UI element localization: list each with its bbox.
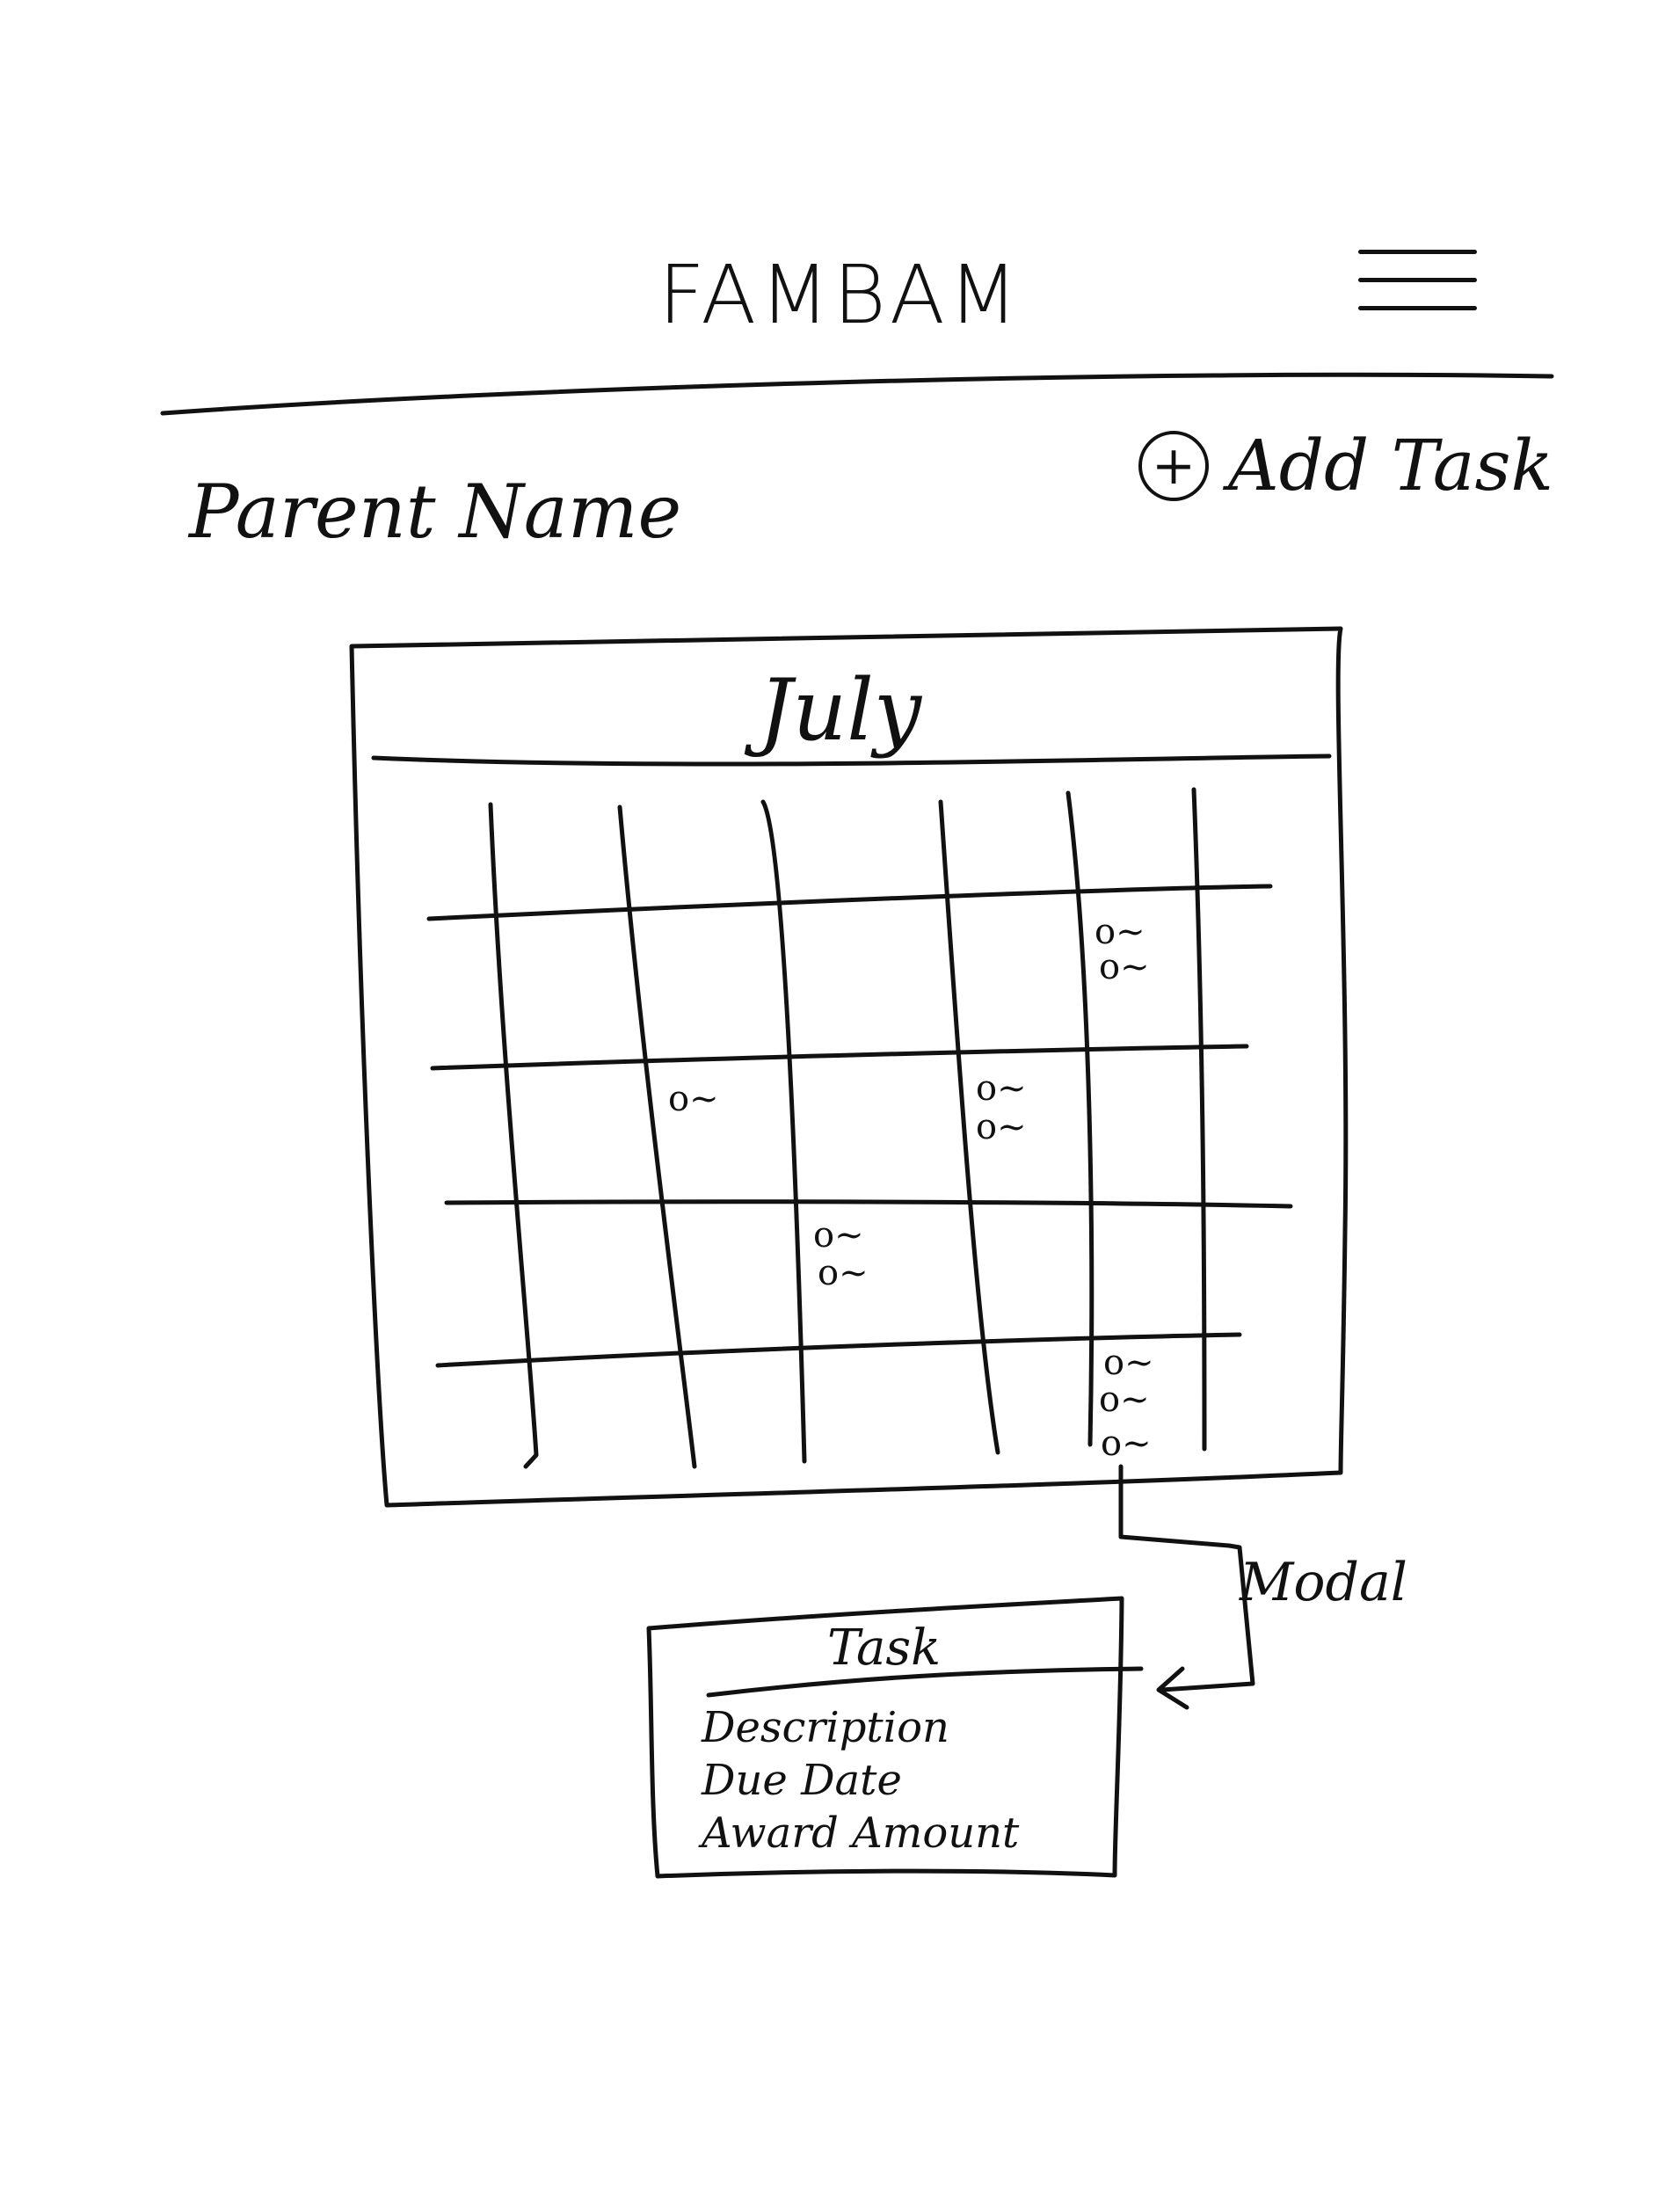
- task-marker[interactable]: o~: [1103, 1345, 1154, 1380]
- calendar-col-line: [488, 802, 539, 1469]
- calendar-row-line: [430, 1044, 1249, 1071]
- task-marker[interactable]: o~: [1101, 1426, 1152, 1461]
- hamburger-menu-icon[interactable]: [1358, 246, 1477, 317]
- task-marker[interactable]: o~: [813, 1218, 864, 1253]
- modal-field-award-amount: Award Amount: [702, 1809, 1020, 1858]
- task-marker[interactable]: o~: [1099, 1382, 1150, 1417]
- task-marker[interactable]: o~: [1099, 950, 1150, 985]
- task-marker[interactable]: o~: [976, 1071, 1027, 1106]
- modal-title: Task: [826, 1619, 942, 1677]
- calendar-row-line: [444, 1199, 1293, 1209]
- task-modal: Task Description Due Date Award Amount: [649, 1593, 1119, 1873]
- add-task-button[interactable]: + Add Task: [1138, 431, 1553, 501]
- calendar-month-title: July: [758, 661, 922, 760]
- task-marker[interactable]: o~: [668, 1081, 719, 1117]
- task-marker[interactable]: o~: [1095, 914, 1145, 950]
- parent-name: Parent Name: [189, 469, 682, 555]
- modal-connector-line: [1118, 1464, 1255, 1692]
- add-task-label: Add Task: [1228, 425, 1553, 506]
- plus-circle-icon: +: [1138, 431, 1209, 501]
- task-marker[interactable]: o~: [818, 1255, 869, 1291]
- modal-field-due-date: Due Date: [702, 1756, 902, 1805]
- modal-field-description: Description: [702, 1703, 949, 1752]
- task-marker[interactable]: o~: [976, 1110, 1027, 1145]
- header-divider: [160, 372, 1554, 416]
- modal-annotation-label: Modal: [1240, 1552, 1407, 1613]
